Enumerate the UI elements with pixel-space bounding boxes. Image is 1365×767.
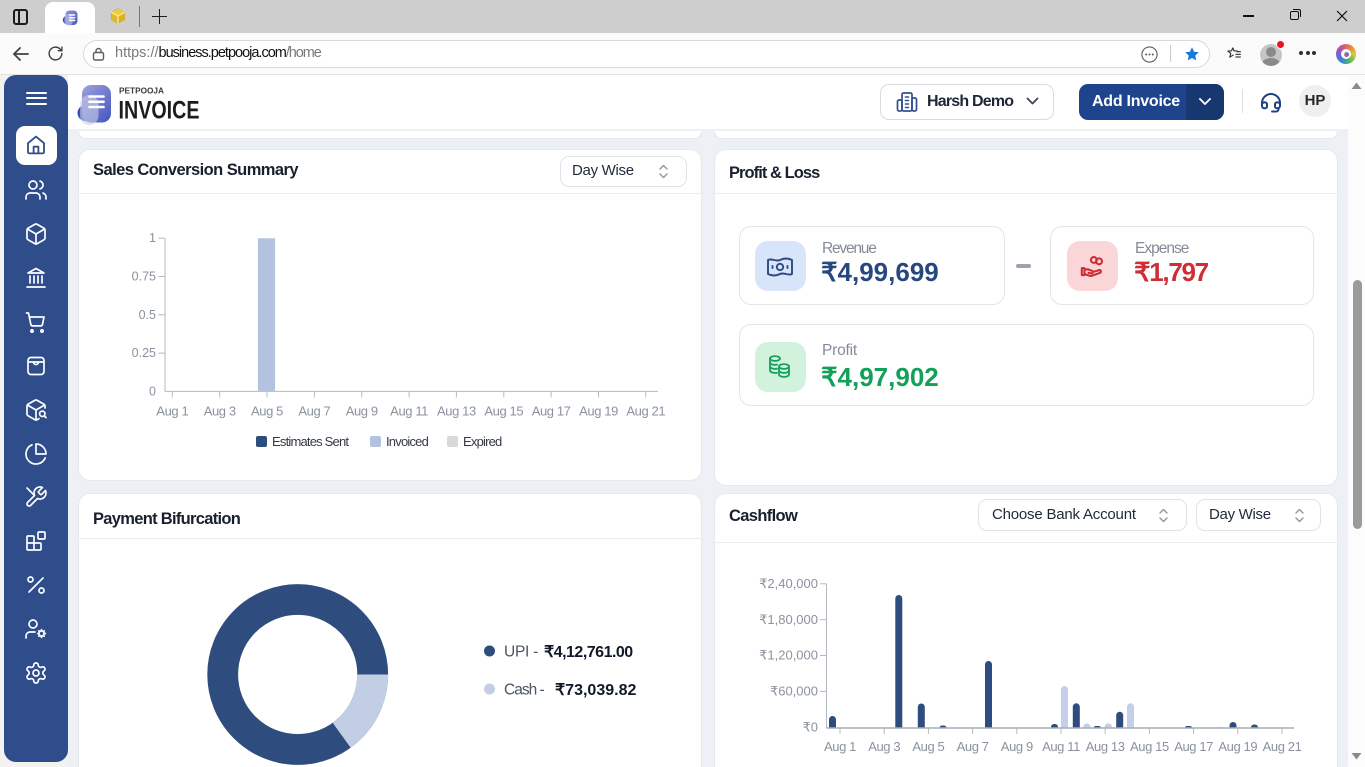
svg-text:0.75: 0.75	[132, 270, 156, 284]
svg-text:Aug 7: Aug 7	[957, 739, 989, 754]
svg-text:INVOICE: INVOICE	[119, 97, 200, 125]
svg-text:Aug 3: Aug 3	[868, 739, 900, 754]
svg-text:1: 1	[149, 231, 156, 245]
svg-text:Cash -: Cash -	[504, 682, 544, 699]
svg-text:0: 0	[149, 384, 156, 398]
svg-text:Aug 21: Aug 21	[1263, 739, 1302, 754]
svg-text:Aug 13: Aug 13	[437, 404, 476, 419]
svg-text:₹1,80,000: ₹1,80,000	[759, 612, 818, 627]
svg-text:Aug 21: Aug 21	[626, 404, 665, 419]
svg-text:Aug 7: Aug 7	[298, 404, 330, 419]
svg-text:₹60,000: ₹60,000	[770, 684, 818, 699]
svg-text:Aug 1: Aug 1	[156, 404, 188, 419]
svg-text:Aug 9: Aug 9	[1001, 739, 1033, 754]
svg-text:Aug 9: Aug 9	[346, 404, 378, 419]
svg-text:Aug 13: Aug 13	[1086, 739, 1125, 754]
svg-text:Aug 1: Aug 1	[824, 739, 856, 754]
svg-text:Estimates Sent: Estimates Sent	[272, 434, 349, 449]
svg-text:Aug 5: Aug 5	[251, 404, 283, 419]
svg-text:Expired: Expired	[463, 434, 502, 449]
svg-text:Aug 19: Aug 19	[1218, 739, 1257, 754]
svg-text:₹4,12,761.00: ₹4,12,761.00	[544, 644, 633, 661]
svg-text:Aug 17: Aug 17	[532, 404, 571, 419]
svg-text:PETPOOJA: PETPOOJA	[119, 86, 164, 96]
svg-text:Aug 19: Aug 19	[579, 404, 618, 419]
svg-text:Aug 11: Aug 11	[390, 404, 428, 419]
svg-text:Aug 5: Aug 5	[912, 739, 944, 754]
svg-text:₹2,40,000: ₹2,40,000	[759, 576, 818, 591]
svg-text:Aug 17: Aug 17	[1174, 739, 1213, 754]
svg-text:Aug 3: Aug 3	[204, 404, 236, 419]
svg-text:₹1,20,000: ₹1,20,000	[759, 648, 818, 663]
svg-text:₹0: ₹0	[802, 720, 818, 735]
svg-text:UPI -: UPI -	[504, 644, 538, 661]
svg-text:Aug 15: Aug 15	[1130, 739, 1169, 754]
svg-text:0.5: 0.5	[139, 308, 156, 322]
svg-text:Aug 11: Aug 11	[1042, 739, 1080, 754]
svg-text:Aug 15: Aug 15	[484, 404, 523, 419]
svg-text:Invoiced: Invoiced	[386, 434, 429, 449]
svg-text:0.25: 0.25	[132, 346, 156, 360]
svg-text:₹73,039.82: ₹73,039.82	[555, 682, 636, 699]
